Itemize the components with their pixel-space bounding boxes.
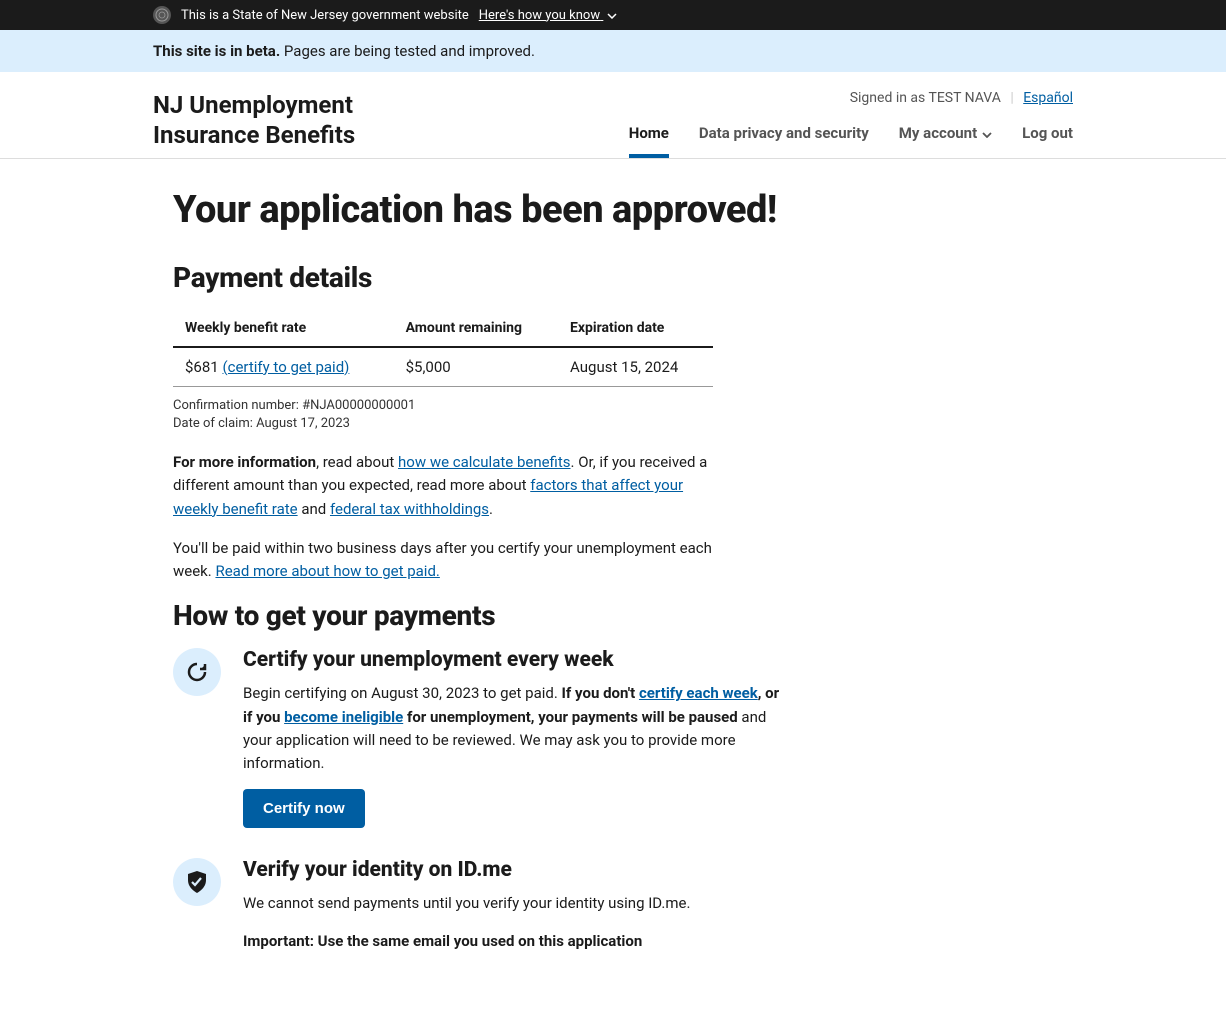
step-certify-heading: Certify your unemployment every week xyxy=(243,648,813,672)
claim-meta: Confirmation number: #NJA00000000001 Dat… xyxy=(173,397,833,433)
step-certify: Certify your unemployment every week Beg… xyxy=(173,648,813,828)
cell-remaining: $5,000 xyxy=(394,347,558,387)
table-row: $681 (certify to get paid) $5,000 August… xyxy=(173,347,713,387)
gov-banner-toggle[interactable]: Here's how you know xyxy=(479,8,618,23)
main-content: Your application has been approved! Paym… xyxy=(0,159,1226,1027)
read-more-paid-link[interactable]: Read more about how to get paid. xyxy=(215,562,439,580)
tax-withholdings-link[interactable]: federal tax withholdings xyxy=(330,500,489,518)
site-header: NJ Unemployment Insurance Benefits Signe… xyxy=(0,72,1226,159)
certify-now-button[interactable]: Certify now xyxy=(243,789,365,828)
nav-my-account[interactable]: My account xyxy=(899,124,992,158)
shield-check-icon xyxy=(173,858,221,906)
step-verify: Verify your identity on ID.me We cannot … xyxy=(173,858,813,967)
step-verify-text: We cannot send payments until you verify… xyxy=(243,892,783,915)
cell-expiration: August 15, 2024 xyxy=(558,347,713,387)
date-of-claim: Date of claim: August 17, 2023 xyxy=(173,415,833,433)
cell-weekly-rate: $681 (certify to get paid) xyxy=(173,347,394,387)
certify-link[interactable]: (certify to get paid) xyxy=(222,358,349,376)
refresh-icon xyxy=(173,648,221,696)
th-weekly-rate: Weekly benefit rate xyxy=(173,310,394,347)
step-certify-text: Begin certifying on August 30, 2023 to g… xyxy=(243,682,783,775)
language-link[interactable]: Español xyxy=(1023,90,1073,106)
beta-text: Pages are being tested and improved. xyxy=(280,42,535,60)
page-title: Your application has been approved! xyxy=(173,189,833,233)
site-title: NJ Unemployment Insurance Benefits xyxy=(153,90,393,150)
main-nav: Home Data privacy and security My accoun… xyxy=(629,124,1073,158)
certify-each-week-link[interactable]: certify each week xyxy=(639,684,758,702)
step-verify-heading: Verify your identity on ID.me xyxy=(243,858,813,882)
payment-details-heading: Payment details xyxy=(173,261,833,294)
th-expiration: Expiration date xyxy=(558,310,713,347)
nav-privacy[interactable]: Data privacy and security xyxy=(699,124,869,158)
beta-banner: This site is in beta. Pages are being te… xyxy=(0,30,1226,72)
beta-label: This site is in beta. xyxy=(153,42,280,60)
nav-home[interactable]: Home xyxy=(629,124,669,158)
chevron-down-icon xyxy=(607,8,617,23)
become-ineligible-link[interactable]: become ineligible xyxy=(284,708,403,726)
th-amount-remaining: Amount remaining xyxy=(394,310,558,347)
gov-banner: This is a State of New Jersey government… xyxy=(0,0,1226,30)
step-verify-important: Important: Use the same email you used o… xyxy=(243,930,783,953)
gov-banner-text: This is a State of New Jersey government… xyxy=(181,8,469,23)
signed-in-status: Signed in as TEST NAVA | Español xyxy=(629,90,1073,106)
how-to-heading: How to get your payments xyxy=(173,599,833,632)
nj-seal-icon xyxy=(153,6,171,24)
chevron-down-icon xyxy=(982,124,992,142)
info-paragraph-2: You'll be paid within two business days … xyxy=(173,537,713,584)
payment-table: Weekly benefit rate Amount remaining Exp… xyxy=(173,310,713,387)
nav-logout[interactable]: Log out xyxy=(1022,124,1073,158)
info-paragraph-1: For more information, read about how we … xyxy=(173,451,713,521)
confirmation-number: Confirmation number: #NJA00000000001 xyxy=(173,397,833,415)
how-calculate-link[interactable]: how we calculate benefits xyxy=(398,453,571,471)
